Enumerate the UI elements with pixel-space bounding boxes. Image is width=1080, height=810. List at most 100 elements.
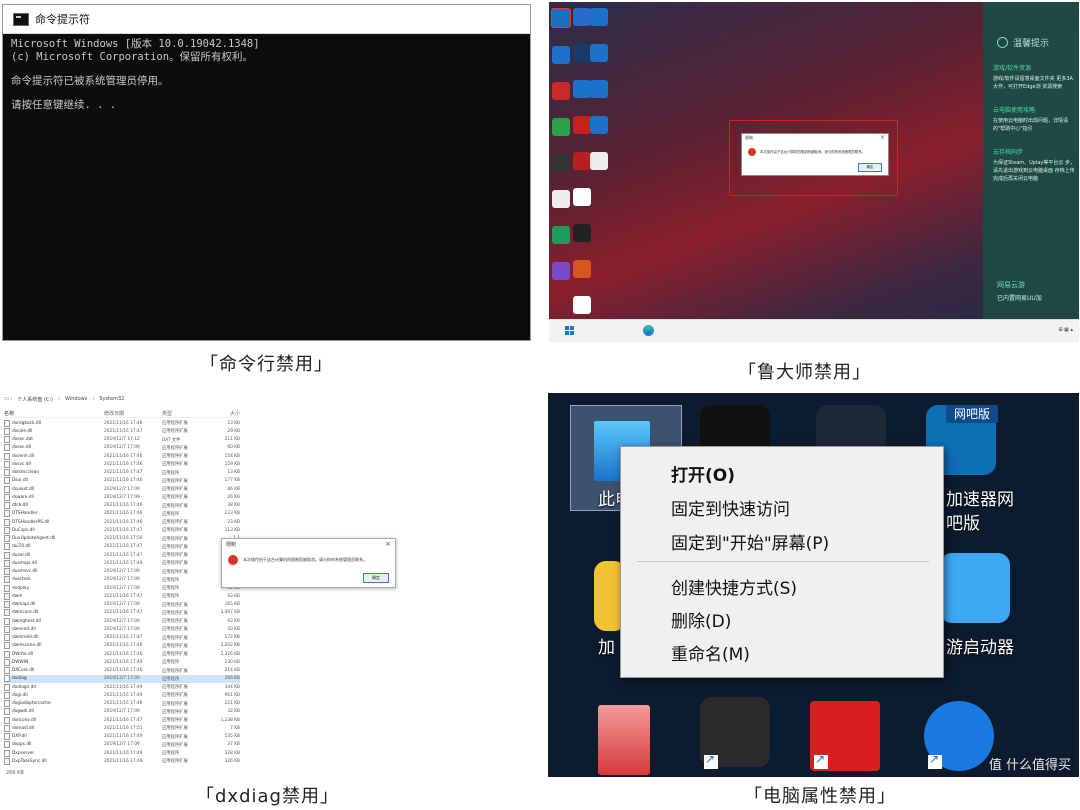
column-header-size[interactable]: 大小 xyxy=(206,410,240,417)
table-row[interactable]: dwmredir.dll 2021/11/16 17:47 应用程序扩展 172 KB xyxy=(4,634,240,642)
table-row[interactable]: DXP.dll 2021/11/16 17:49 应用程序扩展 535 KB xyxy=(4,733,240,741)
desktop-app-icon[interactable] xyxy=(590,152,608,170)
breadcrumb-item[interactable]: System32 xyxy=(99,396,124,403)
ok-button[interactable]: 确定 xyxy=(363,573,389,583)
file-name-text: dxdiag xyxy=(12,676,27,682)
table-row[interactable]: DWrite.dll 2021/11/16 17:46 应用程序扩展 2,326 KB xyxy=(4,650,240,658)
file-date: 2021/11/16 17:47 xyxy=(104,635,143,641)
table-row[interactable]: dxsec.dat 2019/12/7 17:12 DAT 文件 211 KB xyxy=(4,436,240,444)
desktop-app-icon[interactable] xyxy=(590,44,608,62)
table-row[interactable]: dxdiag 2019/12/7 17:09 应用程序 266 KB xyxy=(4,674,240,683)
column-header-type[interactable]: 类型 xyxy=(162,410,206,417)
table-row[interactable]: duser.dll 2021/11/16 17:47 应用程序扩展 xyxy=(4,551,240,559)
file-name: dvdplay xyxy=(4,584,104,592)
file-name: dxsenh.dll xyxy=(4,452,104,460)
file-date: 2021/11/16 17:49 xyxy=(104,750,143,756)
file-date: 2019/12/7 17:09 xyxy=(104,577,140,583)
table-row[interactable]: DTSHandler 2021/11/16 17:46 应用程序 123 KB xyxy=(4,510,240,518)
table-row[interactable]: dxsvc.dll 2021/11/16 17:46 应用程序扩展 159 KB xyxy=(4,460,240,468)
table-row[interactable]: dxgi.dll 2021/11/16 17:49 应用程序扩展 961 KB xyxy=(4,691,240,699)
table-row[interactable]: DuCsps.dll 2021/11/16 17:47 应用程序扩展 113 KB xyxy=(4,526,240,534)
table-row[interactable]: dvdplay 2019/12/7 17:09 应用程序 12 KB xyxy=(4,584,240,592)
table-row[interactable]: dwmscene.dll 2021/11/16 17:46 应用程序扩展 2,202 … xyxy=(4,642,240,650)
file-date: 2021/11/16 17:50 xyxy=(104,536,143,542)
tips-sidebar: 温馨提示 游戏/软件资源 游戏/软件请留意桌面文件夹 更多3A大作，可打开Edg… xyxy=(983,2,1079,320)
file-date: 2021/11/16 17:47 xyxy=(104,428,143,434)
file-size: 38 KB xyxy=(227,503,240,509)
edge-icon[interactable] xyxy=(643,325,654,336)
shortcut-arrow-icon xyxy=(928,752,942,769)
table-row[interactable]: dxilconv.dll 2021/11/16 17:47 应用程序扩展 1,238 … xyxy=(4,716,240,724)
ok-button[interactable]: 确定 xyxy=(858,163,882,172)
file-icon xyxy=(4,535,10,543)
launcher-icon[interactable] xyxy=(940,553,1010,623)
table-row[interactable]: dotdiscclean 2021/11/16 17:47 应用程序 13 KB xyxy=(4,469,240,477)
file-name: dxregback.dll xyxy=(4,419,104,427)
menu-item-create-shortcut[interactable]: 创建快捷方式(S) xyxy=(671,574,797,599)
table-row[interactable]: dsware.dll 2019/12/7 17:09 应用程序扩展 26 KB xyxy=(4,493,240,501)
ubisoft-icon[interactable] xyxy=(573,188,591,206)
menu-item-open[interactable]: 打开(O) xyxy=(671,461,735,486)
breadcrumb-item[interactable]: Windows xyxy=(65,396,87,403)
table-row[interactable]: DuxUpdateAgent.dll 2021/11/16 17:50 应用程序扩展… xyxy=(4,535,240,543)
menu-item-pin-start[interactable]: 固定到"开始"屏幕(P) xyxy=(671,529,829,554)
column-header-name[interactable]: 名称 xyxy=(4,410,104,417)
desktop-app-icon[interactable] xyxy=(590,116,608,134)
close-icon[interactable]: × xyxy=(880,134,885,141)
menu-item-delete[interactable]: 删除(D) xyxy=(671,607,731,632)
windows-start-icon[interactable] xyxy=(565,326,574,335)
file-type: 应用程序扩展 xyxy=(162,643,188,649)
table-row[interactable]: dwmcore.dll 2021/11/16 17:47 应用程序扩展 3,497 K… xyxy=(4,609,240,617)
system-tray[interactable]: ⊞ ▦ ▴ xyxy=(1058,327,1073,333)
table-row[interactable]: dsuiext.dll 2019/12/7 17:09 应用程序扩展 86 KB xyxy=(4,485,240,493)
table-row[interactable]: DWWIN 2021/11/16 17:49 应用程序 230 KB xyxy=(4,658,240,666)
folder-red-icon[interactable] xyxy=(598,705,650,775)
breadcrumb[interactable]: ▭ › 个人系统盘 (C:) › Windows › System32 xyxy=(4,396,124,403)
table-row[interactable]: dvertask 2019/12/7 17:09 应用程序 xyxy=(4,576,240,584)
table-row[interactable]: dwmghost.dll 2019/12/7 17:09 应用程序扩展 93 KB xyxy=(4,617,240,625)
file-icon xyxy=(4,634,10,642)
menu-item-rename[interactable]: 重命名(M) xyxy=(671,640,750,665)
file-date: 2021/11/16 17:46 xyxy=(104,511,143,517)
file-type: 应用程序扩展 xyxy=(162,718,188,724)
desktop-app-icon[interactable] xyxy=(590,80,608,98)
table-row[interactable]: DxpTaskSync.dll 2021/11/16 17:49 应用程序扩展 326… xyxy=(4,757,240,765)
desktop-app-icon[interactable] xyxy=(573,296,591,314)
table-row[interactable]: dxcole.dll 2021/11/16 17:47 应用程序扩展 29 KB xyxy=(4,427,240,435)
table-row[interactable]: dusmsvc.dll 2019/12/7 17:09 应用程序扩展 xyxy=(4,568,240,576)
epic-icon[interactable] xyxy=(573,224,591,242)
cmd-output[interactable]: Microsoft Windows [版本 10.0.19042.1348] (… xyxy=(3,34,530,116)
close-icon[interactable]: × xyxy=(385,540,391,548)
table-row[interactable]: dxmasf.dll 2021/11/16 17:51 应用程序扩展 7 KB xyxy=(4,724,240,732)
table-row[interactable]: dwminit.dll 2019/12/7 17:09 应用程序扩展 50 KB xyxy=(4,625,240,633)
column-headers: 名称 修改日期 类型 大小 xyxy=(4,410,240,418)
file-type: 应用程序 xyxy=(162,594,180,600)
file-name-text: DTSHandler xyxy=(12,511,38,517)
table-row[interactable]: DXCore.dll 2021/11/16 17:46 应用程序扩展 214 KB xyxy=(4,667,240,675)
table-row[interactable]: Dxpserver 2021/11/16 17:49 应用程序 328 KB xyxy=(4,749,240,757)
table-row[interactable]: dxpps.dll 2019/12/7 17:09 应用程序扩展 37 KB xyxy=(4,741,240,749)
table-row[interactable]: dxdiagn.dll 2021/11/16 17:49 应用程序扩展 344 KB xyxy=(4,683,240,691)
table-row[interactable]: dxregback.dll 2021/11/16 17:46 应用程序扩展 23 KB xyxy=(4,419,240,427)
table-row[interactable]: dxgiadaptercache 2021/11/16 17:46 应用程序扩展 22… xyxy=(4,700,240,708)
table-row[interactable]: dusmapi.dll 2021/11/16 17:49 应用程序扩展 xyxy=(4,559,240,567)
table-row[interactable]: dwmapi.dll 2019/12/7 17:09 应用程序扩展 165 KB xyxy=(4,601,240,609)
table-row[interactable]: dtsh.dll 2021/11/16 17:46 应用程序扩展 38 KB xyxy=(4,502,240,510)
file-icon xyxy=(4,502,10,510)
table-row[interactable]: dxgwdi.dll 2019/12/7 17:09 应用程序扩展 32 KB xyxy=(4,708,240,716)
menu-item-pin-quick-access[interactable]: 固定到快速访问 xyxy=(671,495,790,520)
table-row[interactable]: Dsui.dll 2021/11/16 17:46 应用程序扩展 177 KB xyxy=(4,477,240,485)
column-header-date[interactable]: 修改日期 xyxy=(104,410,162,417)
table-row[interactable]: dui70.dll2021/11/16 17:47应用程序扩展1, xyxy=(4,543,240,551)
table-row[interactable]: dxsenh.dll 2021/11/16 17:46 应用程序扩展 154 KB xyxy=(4,452,240,460)
file-type: 应用程序扩展 xyxy=(162,503,188,509)
ea-icon[interactable] xyxy=(573,260,591,278)
breadcrumb-item[interactable]: 个人系统盘 (C:) xyxy=(17,396,53,403)
table-row[interactable]: DTSHandlerPS.dll 2021/11/16 17:46 应用程序扩展 23… xyxy=(4,518,240,526)
desktop-app-icon[interactable] xyxy=(590,8,608,26)
table-row[interactable]: dwm 2021/11/16 17:47 应用程序 93 KB xyxy=(4,592,240,600)
menu-separator xyxy=(637,561,929,562)
file-name-text: dwmredir.dll xyxy=(12,635,39,641)
cmd-titlebar[interactable]: 命令提示符 xyxy=(3,5,530,34)
table-row[interactable]: dxsec.dll 2019/12/7 17:09 应用程序扩展 60 KB xyxy=(4,444,240,452)
